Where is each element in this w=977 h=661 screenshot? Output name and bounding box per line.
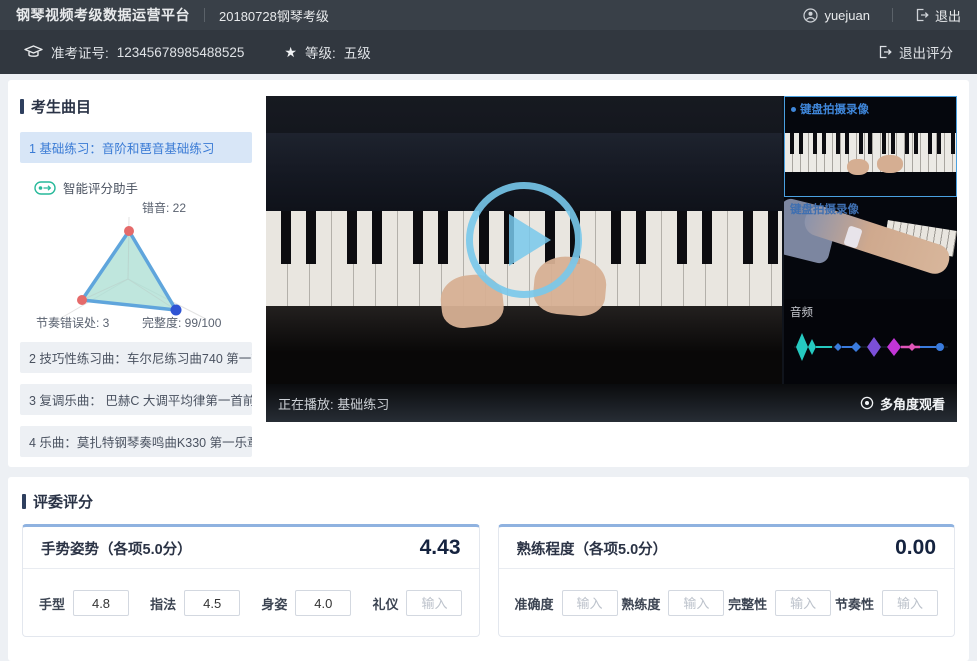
thumb-hand [847,159,869,175]
field-rhythm-input[interactable] [882,590,938,616]
field-rhythm: 节奏性 [835,590,938,616]
score-card-proficiency: 熟练程度（各项5.0分） 0.00 准确度 熟练度 完整性 节奏性 [498,524,956,637]
multi-angle-label: 多角度观看 [880,394,945,413]
field-proficiency-label: 熟练度 [621,594,660,613]
exit-grading-button[interactable]: 退出评分 [878,42,953,62]
field-completeness-input[interactable] [775,590,831,616]
main-section: 考生曲目 1 基础练习：音阶和琶音基础练习 智能评分助手 [8,80,969,467]
play-icon [509,214,551,266]
field-fingering: 指法 [150,590,240,616]
scoring-title: 评委评分 [22,491,955,512]
ticket-number: 12345678985488525 [117,45,245,60]
player-control-bar: 正在播放: 基础练习 多角度观看 [266,384,957,422]
thumb-piano-keys [785,133,956,173]
multi-angle-button[interactable]: 多角度观看 [860,394,945,413]
field-fingering-label: 指法 [150,594,176,613]
judge-scoring-section: 评委评分 手势姿势（各项5.0分） 4.43 手型 指法 身姿 [8,477,969,661]
audio-waveform [788,325,954,369]
field-hand-shape: 手型 [39,590,129,616]
graduation-cap-icon [24,44,43,60]
field-posture-input[interactable] [295,590,351,616]
level-group: ★ 等级: 五级 [284,42,370,62]
thumbnail-keyboard-camera-1[interactable]: 键盘拍摄录像 [784,96,957,197]
header-divider [204,8,205,22]
thumbnail-1-label: 键盘拍摄录像 [800,101,869,117]
exit-grading-label: 退出评分 [899,42,953,62]
angle-thumbnails-column: 键盘拍摄录像 键盘拍摄录像 [782,96,957,384]
field-completeness-label: 完整性 [728,594,767,613]
exit-grading-icon [878,45,892,59]
playlist-sidebar: 考生曲目 1 基础练习：音阶和琶音基础练习 智能评分助手 [20,96,252,457]
piano-front [266,306,782,384]
radar-label-completeness: 完整度: 99/100 [142,314,221,331]
audio-label: 音频 [790,304,813,320]
playlist-item-3[interactable]: 3 复调乐曲： 巴赫C 大调平均律第一首前奏曲 [20,384,252,415]
score-card-gesture: 手势姿势（各项5.0分） 4.43 手型 指法 身姿 礼仪 [22,524,480,637]
field-etiquette: 礼仪 [372,590,462,616]
playlist-item-1[interactable]: 1 基础练习：音阶和琶音基础练习 [20,132,252,163]
card-proficiency-title: 熟练程度（各项5.0分） [517,538,668,559]
top-header: 钢琴视频考级数据运营平台 20180728钢琴考级 yuejuan 退出 [0,0,977,30]
playlist-item-2[interactable]: 2 技巧性练习曲：车尔尼练习曲740 第一首 [20,342,252,373]
video-player: 键盘拍摄录像 键盘拍摄录像 [266,96,957,422]
session-title: 20180728钢琴考级 [219,6,329,25]
exam-info-bar: 准考证号: 12345678985488525 ★ 等级: 五级 退出评分 [0,30,977,74]
field-posture: 身姿 [261,590,351,616]
playlist-title: 考生曲目 [20,96,252,117]
audio-track-panel[interactable]: 音频 [784,299,957,384]
field-proficiency: 熟练度 [621,590,724,616]
now-playing-text: 正在播放: 基础练习 [278,394,389,413]
active-dot-icon [791,107,796,112]
field-hand-shape-input[interactable] [73,590,129,616]
user-menu[interactable]: yuejuan [803,8,870,23]
field-completeness: 完整性 [728,590,831,616]
logout-button[interactable]: 退出 [915,6,961,25]
ticket-label: 准考证号: [51,42,109,62]
card-proficiency-total: 0.00 [895,536,936,560]
field-accuracy: 准确度 [515,590,618,616]
field-accuracy-label: 准确度 [515,594,554,613]
field-etiquette-input[interactable] [406,590,462,616]
field-etiquette-label: 礼仪 [372,594,398,613]
assistant-label: 智能评分助手 [63,178,138,197]
title-accent-bar [20,99,24,114]
field-accuracy-input[interactable] [562,590,618,616]
app-title: 钢琴视频考级数据运营平台 [16,5,190,25]
radar-label-wrong-notes: 错音: 22 [142,199,186,216]
card-gesture-total: 4.43 [420,536,461,560]
multi-angle-eye-icon [860,396,874,410]
ai-score-assistant[interactable]: 智能评分助手 [34,178,252,197]
field-fingering-input[interactable] [184,590,240,616]
logout-icon [915,8,929,22]
playlist-item-4[interactable]: 4 乐曲：莫扎特钢琴奏鸣曲K330 第一乐章 [20,426,252,457]
star-icon: ★ [284,44,297,61]
title-accent-bar [22,494,26,509]
radar-point-wrong-notes [124,226,134,236]
radar-chart-svg [20,199,252,331]
scoring-title-text: 评委评分 [33,491,93,512]
radar-point-rhythm-errors [77,295,87,305]
radar-chart: 错音: 22 节奏错误处: 3 完整度: 99/100 [20,199,252,331]
field-hand-shape-label: 手型 [39,594,65,613]
assistant-toggle-icon [34,181,56,195]
logout-label: 退出 [935,6,961,25]
header-divider [892,8,893,22]
field-posture-label: 身姿 [261,594,287,613]
level-label: 等级: [305,42,336,62]
username: yuejuan [824,8,870,23]
main-video-view[interactable] [266,96,782,384]
field-rhythm-label: 节奏性 [835,594,874,613]
thumbnail-keyboard-camera-2[interactable]: 键盘拍摄录像 [784,197,957,299]
thumbnail-2-label: 键盘拍摄录像 [790,201,859,217]
radar-label-rhythm-errors: 节奏错误处: 3 [36,314,109,331]
user-icon [803,8,818,23]
playlist-title-text: 考生曲目 [31,96,91,117]
thumb-piano-black-keys [785,133,956,155]
ticket-group: 准考证号: 12345678985488525 [24,42,244,62]
thumb-hand [877,155,903,173]
card-gesture-title: 手势姿势（各项5.0分） [41,538,192,559]
field-proficiency-input[interactable] [668,590,724,616]
play-button[interactable] [466,182,582,298]
level-value: 五级 [344,42,371,62]
